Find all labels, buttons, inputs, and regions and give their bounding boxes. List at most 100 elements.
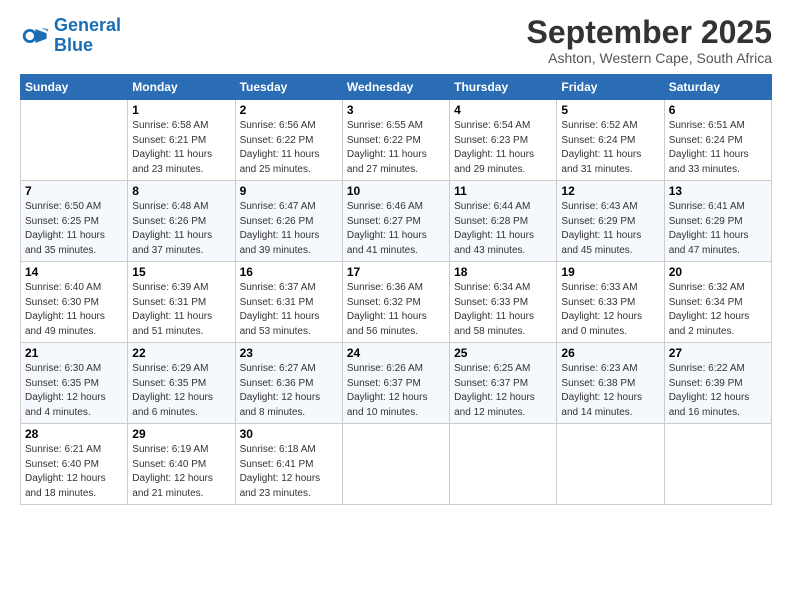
sunrise-label: Sunrise: 6:36 AM [347, 282, 423, 293]
day-info: Sunrise: 6:44 AM Sunset: 6:28 PM Dayligh… [454, 200, 552, 258]
calendar-cell [450, 424, 557, 505]
day-number: 17 [347, 265, 445, 279]
daylight-label: Daylight: 12 hours and 18 minutes. [25, 473, 106, 499]
day-info: Sunrise: 6:29 AM Sunset: 6:35 PM Dayligh… [132, 362, 230, 420]
calendar-cell: 12 Sunrise: 6:43 AM Sunset: 6:29 PM Dayl… [557, 181, 664, 262]
header-friday: Friday [557, 75, 664, 100]
calendar-cell [21, 100, 128, 181]
calendar-cell [342, 424, 449, 505]
calendar-cell: 1 Sunrise: 6:58 AM Sunset: 6:21 PM Dayli… [128, 100, 235, 181]
sunrise-label: Sunrise: 6:34 AM [454, 282, 530, 293]
sunset-label: Sunset: 6:37 PM [454, 378, 528, 389]
day-number: 11 [454, 184, 552, 198]
calendar-cell: 16 Sunrise: 6:37 AM Sunset: 6:31 PM Dayl… [235, 262, 342, 343]
daylight-label: Daylight: 11 hours and 56 minutes. [347, 311, 427, 337]
day-info: Sunrise: 6:34 AM Sunset: 6:33 PM Dayligh… [454, 281, 552, 339]
daylight-label: Daylight: 11 hours and 33 minutes. [669, 149, 749, 175]
day-number: 9 [240, 184, 338, 198]
day-number: 18 [454, 265, 552, 279]
calendar-cell: 26 Sunrise: 6:23 AM Sunset: 6:38 PM Dayl… [557, 343, 664, 424]
header-saturday: Saturday [664, 75, 771, 100]
day-number: 2 [240, 103, 338, 117]
week-row-4: 28 Sunrise: 6:21 AM Sunset: 6:40 PM Dayl… [21, 424, 772, 505]
day-info: Sunrise: 6:21 AM Sunset: 6:40 PM Dayligh… [25, 443, 123, 501]
day-info: Sunrise: 6:18 AM Sunset: 6:41 PM Dayligh… [240, 443, 338, 501]
day-info: Sunrise: 6:54 AM Sunset: 6:23 PM Dayligh… [454, 119, 552, 177]
day-number: 22 [132, 346, 230, 360]
calendar-cell: 5 Sunrise: 6:52 AM Sunset: 6:24 PM Dayli… [557, 100, 664, 181]
calendar-cell: 14 Sunrise: 6:40 AM Sunset: 6:30 PM Dayl… [21, 262, 128, 343]
logo-line2: Blue [54, 35, 93, 55]
day-info: Sunrise: 6:26 AM Sunset: 6:37 PM Dayligh… [347, 362, 445, 420]
sunrise-label: Sunrise: 6:23 AM [561, 363, 637, 374]
sunset-label: Sunset: 6:40 PM [25, 459, 99, 470]
calendar-cell [664, 424, 771, 505]
sunrise-label: Sunrise: 6:26 AM [347, 363, 423, 374]
sunset-label: Sunset: 6:25 PM [25, 216, 99, 227]
sunrise-label: Sunrise: 6:27 AM [240, 363, 316, 374]
day-number: 3 [347, 103, 445, 117]
calendar-cell: 4 Sunrise: 6:54 AM Sunset: 6:23 PM Dayli… [450, 100, 557, 181]
sunrise-label: Sunrise: 6:51 AM [669, 120, 745, 131]
sunset-label: Sunset: 6:31 PM [132, 297, 206, 308]
day-number: 15 [132, 265, 230, 279]
day-info: Sunrise: 6:48 AM Sunset: 6:26 PM Dayligh… [132, 200, 230, 258]
day-number: 19 [561, 265, 659, 279]
day-number: 27 [669, 346, 767, 360]
day-number: 16 [240, 265, 338, 279]
logo-icon [20, 22, 48, 50]
calendar-cell: 20 Sunrise: 6:32 AM Sunset: 6:34 PM Dayl… [664, 262, 771, 343]
title-block: September 2025 Ashton, Western Cape, Sou… [527, 16, 772, 66]
sunrise-label: Sunrise: 6:41 AM [669, 201, 745, 212]
day-info: Sunrise: 6:22 AM Sunset: 6:39 PM Dayligh… [669, 362, 767, 420]
day-number: 26 [561, 346, 659, 360]
sunset-label: Sunset: 6:29 PM [669, 216, 743, 227]
day-number: 8 [132, 184, 230, 198]
page: General Blue September 2025 Ashton, West… [0, 0, 792, 515]
day-number: 23 [240, 346, 338, 360]
day-info: Sunrise: 6:51 AM Sunset: 6:24 PM Dayligh… [669, 119, 767, 177]
daylight-label: Daylight: 11 hours and 41 minutes. [347, 230, 427, 256]
header-wednesday: Wednesday [342, 75, 449, 100]
daylight-label: Daylight: 12 hours and 10 minutes. [347, 392, 428, 418]
header: General Blue September 2025 Ashton, West… [20, 16, 772, 66]
sunset-label: Sunset: 6:40 PM [132, 459, 206, 470]
sunrise-label: Sunrise: 6:46 AM [347, 201, 423, 212]
sunset-label: Sunset: 6:23 PM [454, 135, 528, 146]
day-number: 10 [347, 184, 445, 198]
week-row-0: 1 Sunrise: 6:58 AM Sunset: 6:21 PM Dayli… [21, 100, 772, 181]
header-tuesday: Tuesday [235, 75, 342, 100]
week-row-1: 7 Sunrise: 6:50 AM Sunset: 6:25 PM Dayli… [21, 181, 772, 262]
daylight-label: Daylight: 12 hours and 21 minutes. [132, 473, 213, 499]
calendar-cell: 9 Sunrise: 6:47 AM Sunset: 6:26 PM Dayli… [235, 181, 342, 262]
sunset-label: Sunset: 6:41 PM [240, 459, 314, 470]
calendar-cell: 19 Sunrise: 6:33 AM Sunset: 6:33 PM Dayl… [557, 262, 664, 343]
sunset-label: Sunset: 6:22 PM [347, 135, 421, 146]
calendar-cell: 17 Sunrise: 6:36 AM Sunset: 6:32 PM Dayl… [342, 262, 449, 343]
sunset-label: Sunset: 6:26 PM [132, 216, 206, 227]
calendar-cell: 24 Sunrise: 6:26 AM Sunset: 6:37 PM Dayl… [342, 343, 449, 424]
daylight-label: Daylight: 11 hours and 25 minutes. [240, 149, 320, 175]
daylight-label: Daylight: 12 hours and 4 minutes. [25, 392, 106, 418]
day-info: Sunrise: 6:30 AM Sunset: 6:35 PM Dayligh… [25, 362, 123, 420]
calendar-cell: 21 Sunrise: 6:30 AM Sunset: 6:35 PM Dayl… [21, 343, 128, 424]
daylight-label: Daylight: 12 hours and 12 minutes. [454, 392, 535, 418]
day-number: 24 [347, 346, 445, 360]
sunrise-label: Sunrise: 6:54 AM [454, 120, 530, 131]
daylight-label: Daylight: 11 hours and 51 minutes. [132, 311, 212, 337]
sunset-label: Sunset: 6:30 PM [25, 297, 99, 308]
sunrise-label: Sunrise: 6:29 AM [132, 363, 208, 374]
daylight-label: Daylight: 11 hours and 27 minutes. [347, 149, 427, 175]
daylight-label: Daylight: 11 hours and 45 minutes. [561, 230, 641, 256]
daylight-label: Daylight: 12 hours and 0 minutes. [561, 311, 642, 337]
calendar-cell: 15 Sunrise: 6:39 AM Sunset: 6:31 PM Dayl… [128, 262, 235, 343]
sunset-label: Sunset: 6:27 PM [347, 216, 421, 227]
daylight-label: Daylight: 12 hours and 6 minutes. [132, 392, 213, 418]
day-info: Sunrise: 6:47 AM Sunset: 6:26 PM Dayligh… [240, 200, 338, 258]
sunrise-label: Sunrise: 6:48 AM [132, 201, 208, 212]
sunset-label: Sunset: 6:35 PM [132, 378, 206, 389]
daylight-label: Daylight: 11 hours and 37 minutes. [132, 230, 212, 256]
day-info: Sunrise: 6:41 AM Sunset: 6:29 PM Dayligh… [669, 200, 767, 258]
sunrise-label: Sunrise: 6:30 AM [25, 363, 101, 374]
day-info: Sunrise: 6:46 AM Sunset: 6:27 PM Dayligh… [347, 200, 445, 258]
